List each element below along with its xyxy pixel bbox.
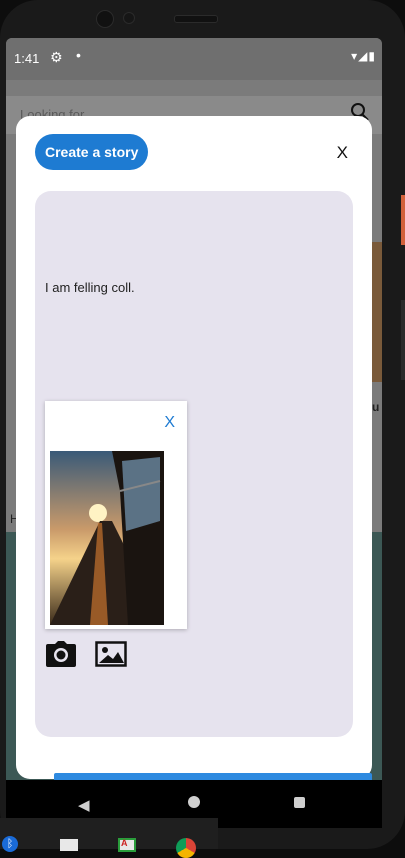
bluetooth-icon[interactable]: ᛒ — [2, 836, 18, 852]
remove-photo-button[interactable]: X — [164, 414, 175, 432]
story-text[interactable]: I am felling coll. — [45, 280, 135, 295]
image-icon[interactable] — [95, 641, 127, 667]
camera-icon[interactable] — [45, 640, 77, 668]
nav-back-icon[interactable]: ◀ — [78, 796, 90, 814]
create-story-title-pill[interactable]: Create a story — [35, 134, 149, 170]
nav-recents-icon[interactable] — [294, 797, 305, 808]
story-composer-panel: I am felling coll. X — [35, 191, 372, 811]
status-time: 1:41 — [14, 51, 40, 66]
create-story-modal: Create a story X I am felling coll. X — [16, 116, 372, 811]
background-card-label: u — [372, 400, 380, 414]
close-modal-button[interactable]: X — [337, 143, 348, 163]
chrome-icon[interactable] — [176, 838, 196, 858]
taskbar-app-icon[interactable] — [60, 839, 78, 851]
phone-side-button — [401, 300, 405, 380]
settings-status-icon: ⚙ — [50, 49, 63, 65]
earpiece-speaker — [174, 15, 218, 23]
nav-home-icon[interactable] — [188, 796, 200, 808]
front-sensor — [123, 12, 135, 24]
signal-battery-icons: ▾◢▮ — [351, 49, 376, 63]
attached-photo — [50, 451, 164, 625]
phone-side-button — [401, 195, 405, 245]
status-bar: 1:41 ⚙ • ▾◢▮ — [6, 38, 382, 80]
front-camera — [96, 10, 114, 28]
attached-photo-card: X — [45, 401, 187, 629]
phone-frame: 1:41 ⚙ • ▾◢▮ Looking for u H Create a st… — [0, 0, 405, 849]
taskbar-app-glyph: A — [121, 838, 128, 848]
notification-dot-icon: • — [76, 47, 81, 63]
